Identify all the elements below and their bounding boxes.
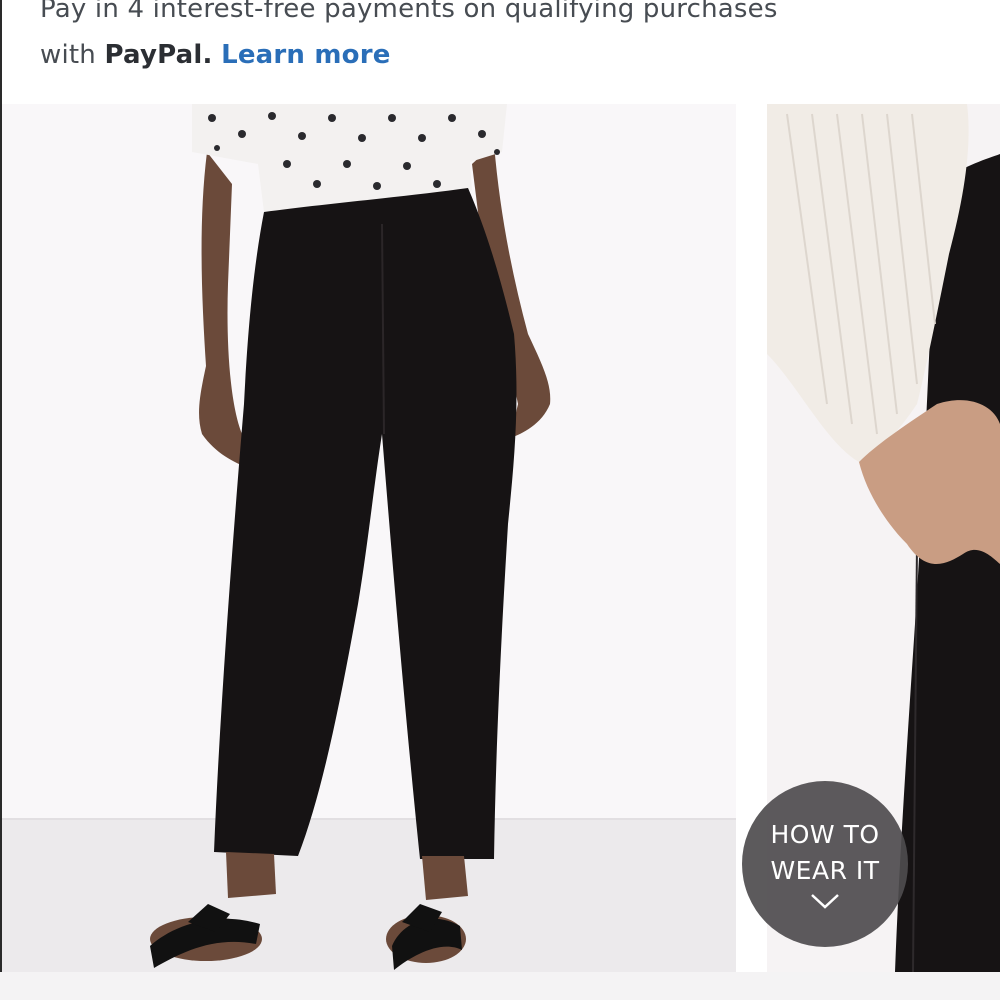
- paypal-brand-name: PayPal.: [104, 40, 213, 70]
- learn-more-link[interactable]: Learn more: [221, 40, 391, 70]
- chevron-down-icon: [811, 894, 839, 909]
- how-to-wear-it-button[interactable]: HOW TO WEAR IT: [742, 781, 908, 947]
- paypal-message-prefix: with: [40, 40, 96, 70]
- how-to-wear-line-2: WEAR IT: [770, 856, 880, 885]
- how-to-wear-line-1: HOW TO: [770, 820, 880, 849]
- product-photo-front-view: [2, 104, 736, 972]
- gallery-bottom-edge: [0, 972, 1000, 1000]
- paypal-pay-in-4-message: Pay in 4 interest-free payments on quali…: [40, 0, 940, 78]
- paypal-message-line-1: Pay in 4 interest-free payments on quali…: [40, 0, 778, 24]
- product-image-1[interactable]: [2, 104, 736, 972]
- paypal-message-line-2: with PayPal. Learn more: [40, 32, 940, 78]
